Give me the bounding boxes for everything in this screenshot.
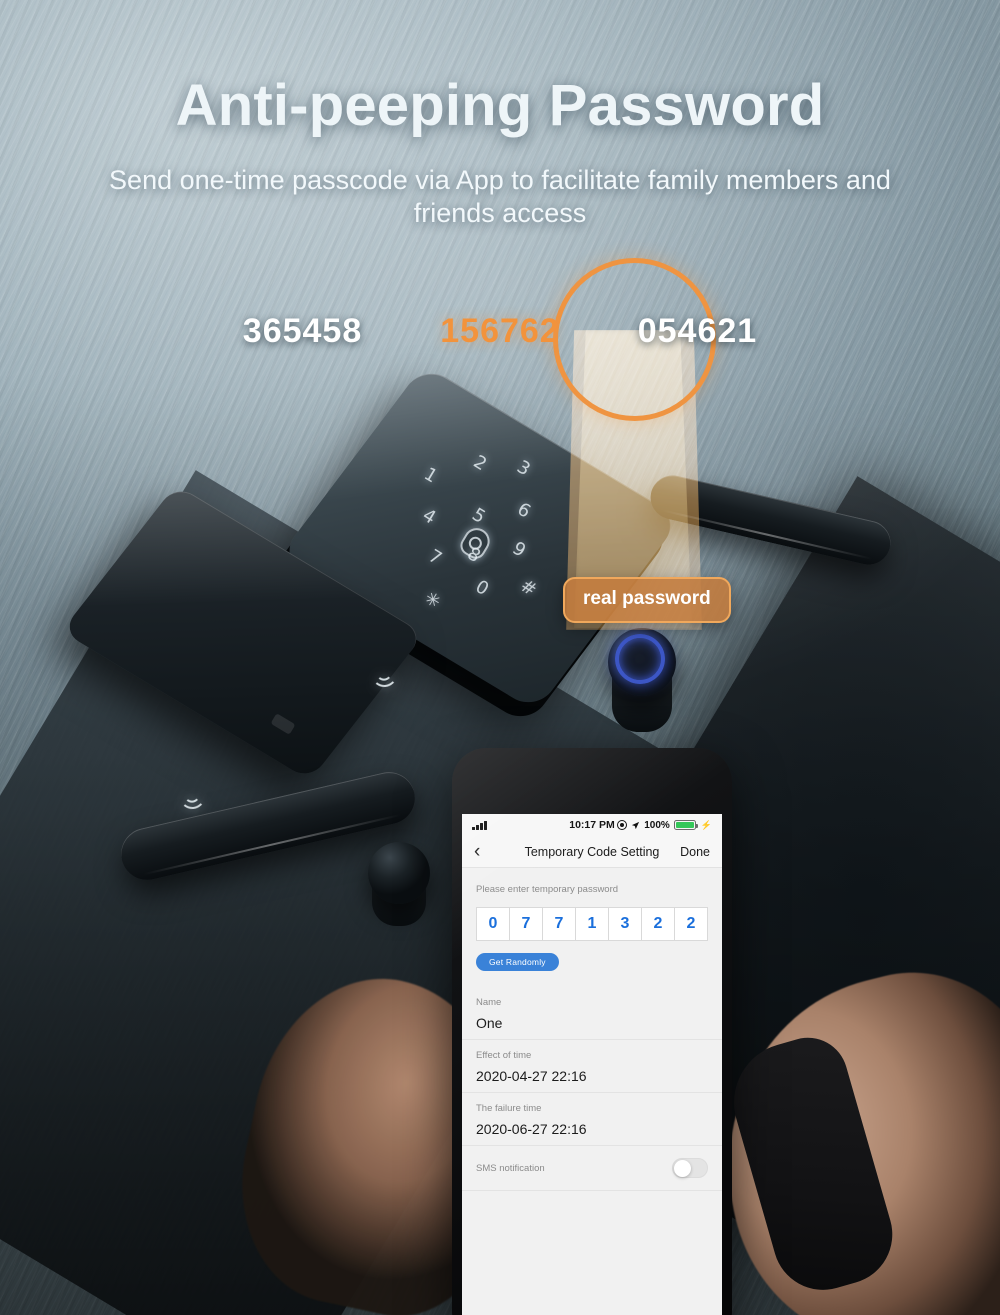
done-button[interactable]: Done xyxy=(680,845,710,859)
field-failure-time-value[interactable]: 2020-06-27 22:16 xyxy=(476,1121,708,1137)
sms-notification-label: SMS notification xyxy=(476,1162,545,1174)
keypad-key-2[interactable]: 2 xyxy=(470,451,491,475)
field-failure-time-label: The failure time xyxy=(476,1103,542,1114)
product-hero-scene: 1 2 3 4 5 6 7 8 9 0 ✳ # Anti-peeping Pas… xyxy=(0,0,1000,1315)
field-name[interactable]: Name One xyxy=(462,987,722,1040)
nav-bar: ‹ Temporary Code Setting Done xyxy=(462,836,722,868)
passcode-digit-2[interactable]: 7 xyxy=(509,907,543,941)
keypad-key-4[interactable]: 4 xyxy=(419,505,440,529)
keypad-key-1[interactable]: 1 xyxy=(420,464,441,488)
passcode-digit-7[interactable]: 2 xyxy=(674,907,708,941)
get-randomly-button[interactable]: Get Randomly xyxy=(476,953,559,971)
page-subtitle: Send one-time passcode via App to facili… xyxy=(109,165,891,229)
keypad-key-7[interactable]: 7 xyxy=(425,546,446,570)
decoy-code-left: 365458 xyxy=(242,312,363,350)
field-name-label: Name xyxy=(476,997,502,1008)
passcode-instruction: Please enter temporary password xyxy=(476,884,619,895)
real-password-callout: real password xyxy=(563,577,731,623)
keypad-key-0[interactable]: 0 xyxy=(472,576,493,600)
passcode-digit-4[interactable]: 1 xyxy=(575,907,609,941)
passcode-input-group[interactable]: 0 7 7 1 3 2 2 xyxy=(462,895,722,941)
field-effect-of-time[interactable]: Effect of time 2020-04-27 22:16 xyxy=(462,1040,722,1093)
battery-full-icon xyxy=(673,820,698,830)
phone-screen: 10:17 PM 100% ⚡ ‹ Temporary Code Setting… xyxy=(462,814,722,1315)
keypad-key-6[interactable]: 6 xyxy=(514,499,535,523)
real-code: 156762 xyxy=(440,312,560,350)
keypad-key-9[interactable]: 9 xyxy=(509,538,530,562)
passcode-digit-3[interactable]: 7 xyxy=(542,907,576,941)
keypad-key-hash[interactable]: # xyxy=(517,575,541,601)
lock-icon xyxy=(456,523,495,563)
page-title: Anti-peeping Password xyxy=(175,73,825,138)
smartphone: 10:17 PM 100% ⚡ ‹ Temporary Code Setting… xyxy=(452,748,732,1315)
passcode-digit-5[interactable]: 3 xyxy=(608,907,642,941)
status-bar: 10:17 PM 100% ⚡ xyxy=(462,814,722,836)
decoy-code-right: 054621 xyxy=(637,312,758,350)
fingerprint-ring-icon[interactable] xyxy=(615,634,665,684)
field-name-value[interactable]: One xyxy=(476,1015,708,1031)
settings-form: Name One Effect of time 2020-04-27 22:16… xyxy=(462,987,722,1191)
passcode-row: 365458 156762 054621 xyxy=(0,312,1000,351)
passcode-digit-1[interactable]: 0 xyxy=(476,907,510,941)
field-effect-of-time-value[interactable]: 2020-04-27 22:16 xyxy=(476,1068,708,1084)
field-failure-time[interactable]: The failure time 2020-06-27 22:16 xyxy=(462,1093,722,1146)
passcode-digit-6[interactable]: 2 xyxy=(641,907,675,941)
field-sms-notification[interactable]: SMS notification xyxy=(462,1146,722,1191)
field-effect-of-time-label: Effect of time xyxy=(476,1050,532,1061)
keypad-key-3[interactable]: 3 xyxy=(513,456,534,480)
keypad-key-5[interactable]: 5 xyxy=(468,504,489,528)
door-handle-left-hub xyxy=(368,842,430,904)
sms-notification-toggle[interactable] xyxy=(672,1158,708,1178)
